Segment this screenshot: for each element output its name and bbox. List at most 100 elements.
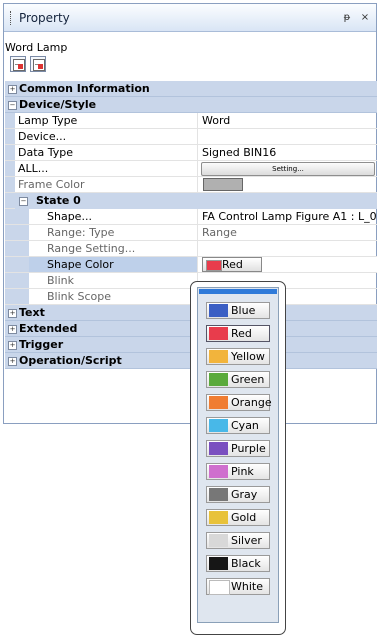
property-row-range-type[interactable]: Range: Type Range bbox=[5, 225, 377, 241]
color-swatch bbox=[209, 350, 228, 363]
panel-titlebar: Property ᵽ × bbox=[4, 4, 376, 32]
category-label: Common Information bbox=[19, 82, 150, 95]
color-swatch bbox=[209, 442, 228, 455]
color-option-purple[interactable]: Purple bbox=[206, 440, 270, 457]
color-option-red[interactable]: Red bbox=[206, 325, 270, 342]
property-row-range-setting[interactable]: Range Setting... bbox=[5, 241, 377, 257]
color-option-gold[interactable]: Gold bbox=[206, 509, 270, 526]
property-name: Shape... bbox=[47, 210, 92, 223]
property-row-lamp-type[interactable]: Lamp Type Word bbox=[5, 113, 377, 129]
color-option-green[interactable]: Green bbox=[206, 371, 270, 388]
property-row-shape-color[interactable]: Shape Color Red bbox=[5, 257, 377, 273]
alphabetical-view-button[interactable] bbox=[30, 56, 46, 72]
color-label: Black bbox=[231, 557, 261, 570]
collapse-icon[interactable]: − bbox=[8, 101, 17, 110]
row-gutter bbox=[5, 241, 15, 256]
color-label: Gray bbox=[231, 488, 258, 501]
property-name: Range Setting... bbox=[47, 242, 136, 255]
color-option-cyan[interactable]: Cyan bbox=[206, 417, 270, 434]
row-gutter bbox=[5, 161, 15, 176]
property-name: Blink bbox=[47, 274, 75, 287]
property-value[interactable]: Signed BIN16 bbox=[197, 145, 377, 160]
property-name: Device... bbox=[18, 130, 67, 143]
expand-icon[interactable]: + bbox=[8, 341, 17, 350]
property-value: Range bbox=[197, 225, 377, 240]
color-label: Green bbox=[231, 373, 265, 386]
color-option-blue[interactable]: Blue bbox=[206, 302, 270, 319]
subcategory-label: State 0 bbox=[36, 194, 81, 207]
categorized-view-button[interactable] bbox=[10, 56, 26, 72]
row-gutter bbox=[5, 225, 15, 240]
property-row-device[interactable]: Device... bbox=[5, 129, 377, 145]
subcategory-state-0[interactable]: − State 0 bbox=[5, 193, 377, 209]
color-swatch bbox=[209, 396, 228, 409]
color-dropdown-list: Blue Red Yellow Green Orange Cyan Purple Pink Gr… bbox=[197, 287, 279, 623]
property-name: ALL... bbox=[18, 162, 49, 175]
collapse-icon[interactable]: − bbox=[19, 197, 28, 206]
expand-icon[interactable]: + bbox=[8, 309, 17, 318]
color-label: Blue bbox=[231, 304, 256, 317]
category-label: Text bbox=[19, 306, 45, 319]
color-option-pink[interactable]: Pink bbox=[206, 463, 270, 480]
category-device-style[interactable]: − Device/Style bbox=[5, 97, 377, 113]
property-value bbox=[197, 177, 377, 192]
drag-grip-icon[interactable] bbox=[10, 10, 14, 25]
color-dropdown-callout: Blue Red Yellow Green Orange Cyan Purple Pink Gr… bbox=[190, 281, 286, 635]
property-value: Red bbox=[197, 257, 377, 272]
expand-icon[interactable]: + bbox=[8, 85, 17, 94]
color-swatch bbox=[209, 465, 228, 478]
color-option-silver[interactable]: Silver bbox=[206, 532, 270, 549]
category-label: Device/Style bbox=[19, 98, 97, 111]
property-value[interactable]: Word bbox=[197, 113, 377, 128]
row-gutter bbox=[15, 225, 29, 240]
setting-button[interactable]: Setting... bbox=[201, 162, 375, 176]
color-label: Red bbox=[231, 327, 252, 340]
shape-color-dropdown[interactable]: Red bbox=[202, 257, 262, 272]
property-row-data-type[interactable]: Data Type Signed BIN16 bbox=[5, 145, 377, 161]
property-name: Shape Color bbox=[47, 258, 114, 271]
row-gutter bbox=[5, 273, 15, 288]
alphabetical-marker bbox=[38, 64, 43, 69]
color-option-white[interactable]: White bbox=[206, 578, 270, 595]
color-option-black[interactable]: Black bbox=[206, 555, 270, 572]
subcategory-header: − State 0 bbox=[15, 193, 377, 209]
property-row-all[interactable]: ALL... Setting... bbox=[5, 161, 377, 177]
row-gutter bbox=[15, 273, 29, 288]
object-name: Word Lamp bbox=[5, 41, 68, 54]
color-swatch bbox=[209, 580, 230, 595]
color-swatch bbox=[209, 304, 228, 317]
color-swatch bbox=[209, 373, 228, 386]
color-label: Silver bbox=[231, 534, 262, 547]
color-label: Purple bbox=[231, 442, 266, 455]
property-value[interactable] bbox=[197, 129, 377, 144]
property-row-shape[interactable]: Shape... FA Control Lamp Figure A1 : L_0… bbox=[5, 209, 377, 225]
close-icon[interactable]: × bbox=[358, 12, 372, 23]
pin-icon[interactable]: ᵽ bbox=[340, 12, 354, 23]
color-option-gray[interactable]: Gray bbox=[206, 486, 270, 503]
property-name: Frame Color bbox=[18, 178, 85, 191]
row-gutter bbox=[5, 209, 15, 224]
property-value bbox=[197, 241, 377, 256]
color-option-orange[interactable]: Orange bbox=[206, 394, 272, 411]
color-label: Red bbox=[222, 258, 243, 271]
expand-icon[interactable]: + bbox=[8, 325, 17, 334]
color-label: Cyan bbox=[231, 419, 259, 432]
row-gutter bbox=[15, 257, 29, 272]
property-value: Setting... bbox=[197, 161, 377, 176]
frame-color-swatch[interactable] bbox=[203, 178, 243, 191]
color-label: White bbox=[231, 580, 263, 593]
property-name: Data Type bbox=[18, 146, 74, 159]
color-option-yellow[interactable]: Yellow bbox=[206, 348, 270, 365]
categorized-marker bbox=[18, 64, 23, 69]
row-gutter bbox=[15, 289, 29, 304]
expand-icon[interactable]: + bbox=[8, 357, 17, 366]
row-gutter bbox=[5, 177, 15, 192]
category-label: Trigger bbox=[19, 338, 64, 351]
color-swatch bbox=[209, 511, 228, 524]
color-label: Yellow bbox=[231, 350, 265, 363]
property-value[interactable]: FA Control Lamp Figure A1 : L_01 bbox=[197, 209, 377, 224]
row-gutter bbox=[5, 289, 15, 304]
category-common-information[interactable]: + Common Information bbox=[5, 81, 377, 97]
property-row-frame-color[interactable]: Frame Color bbox=[5, 177, 377, 193]
color-label: Pink bbox=[231, 465, 254, 478]
